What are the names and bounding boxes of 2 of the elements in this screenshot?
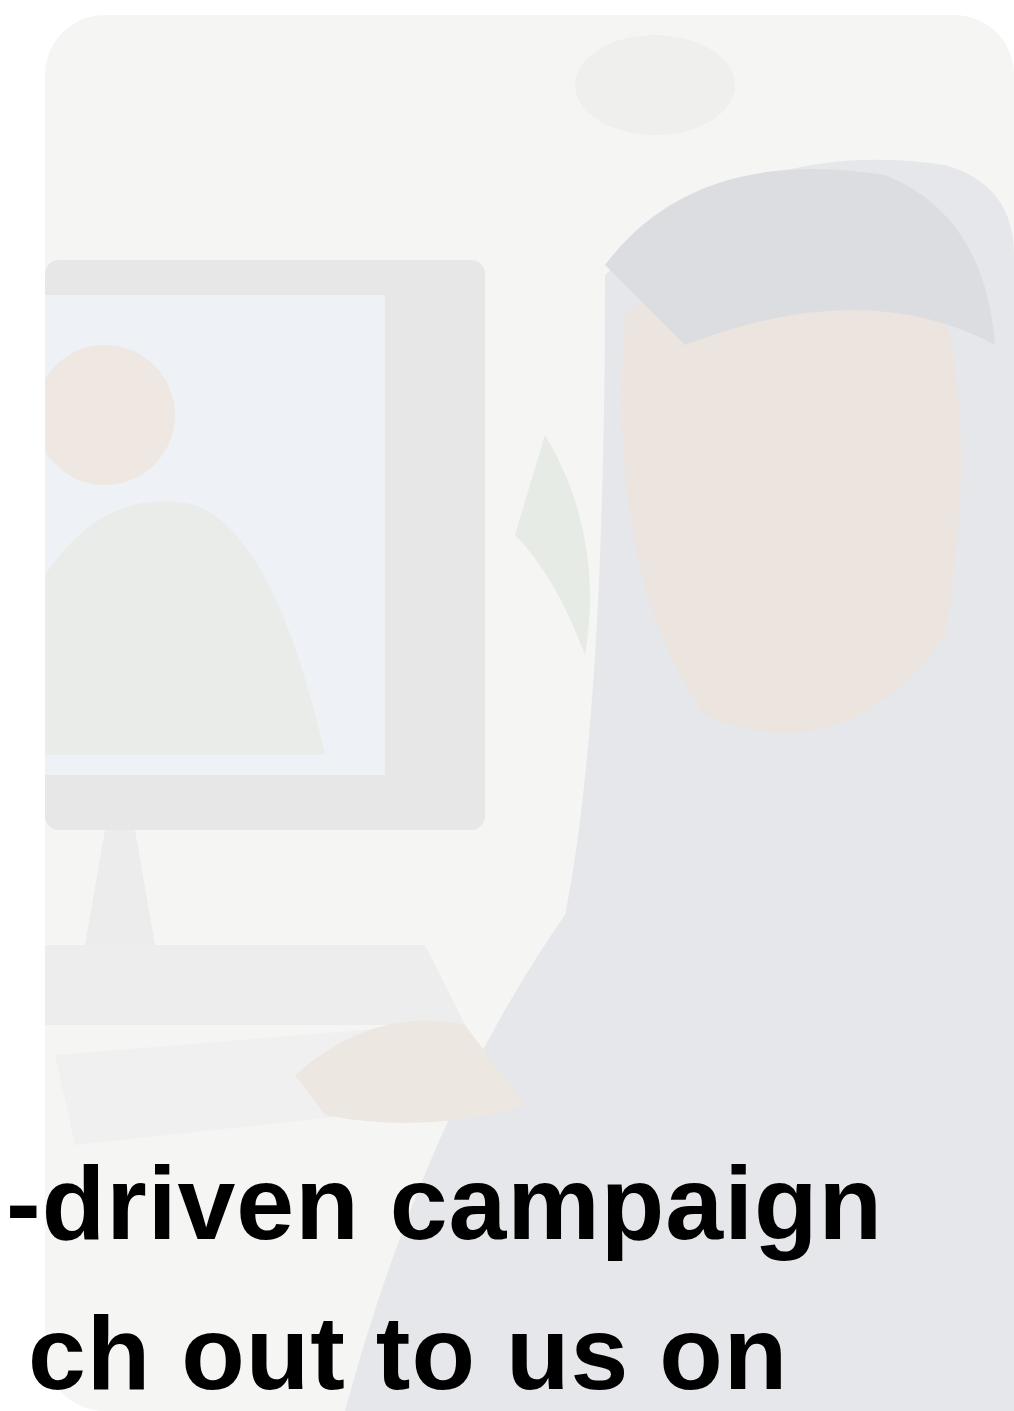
hero-heading: -driven campaign — [6, 1144, 884, 1263]
hero-heading: ch out to us on — [27, 1294, 790, 1411]
